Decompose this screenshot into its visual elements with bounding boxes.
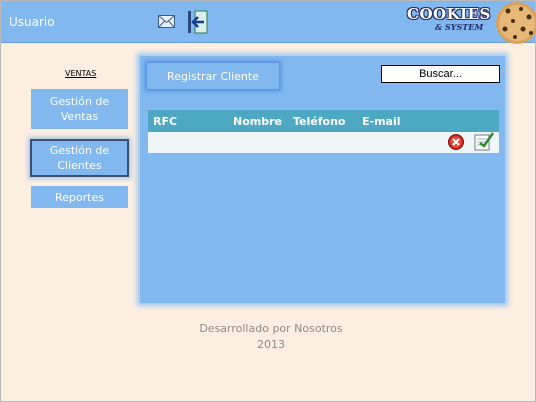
logout-icon[interactable]: [187, 10, 209, 34]
nav-gestion-ventas-button[interactable]: Gestión de Ventas: [31, 89, 128, 129]
main-panel: [140, 56, 505, 303]
footer-credit: Desarrollado por Nosotros: [199, 322, 343, 335]
column-header-email: E-mail: [362, 115, 401, 128]
nav-gestion-clientes-button[interactable]: Gestión de Clientes: [30, 139, 129, 177]
table-header: RFC Nombre Teléfono E-mail: [148, 110, 499, 132]
column-header-telefono: Teléfono: [293, 115, 346, 128]
column-header-rfc: RFC: [153, 115, 178, 128]
nav-reportes-button[interactable]: Reportes: [31, 186, 128, 208]
edit-icon[interactable]: [474, 132, 494, 151]
delete-icon[interactable]: [448, 134, 464, 150]
footer: Desarrollado por Nosotros 2013: [171, 321, 371, 353]
register-client-button[interactable]: Registrar Cliente: [147, 63, 279, 89]
nav-gestion-ventas-label: Gestión de Ventas: [49, 95, 110, 123]
search-input[interactable]: [381, 65, 500, 83]
cookie-icon: [496, 2, 536, 44]
logo-word: COOKIES: [407, 5, 491, 23]
footer-year: 2013: [257, 338, 285, 351]
column-header-nombre: Nombre: [233, 115, 282, 128]
brand-logo: COOKIES & SYSTEM: [401, 2, 536, 44]
nav-gestion-clientes-label: Gestión de Clientes: [49, 144, 110, 172]
user-label[interactable]: Usuario: [9, 15, 55, 29]
nav-reportes-label: Reportes: [55, 190, 104, 204]
nav-section-title: VENTAS: [65, 69, 97, 78]
logo-subtitle: & SYSTEM: [435, 22, 484, 32]
mail-icon[interactable]: [158, 15, 175, 28]
table-row[interactable]: [148, 132, 499, 153]
header-bar: Usuario COOKIES & SYSTEM: [1, 1, 536, 44]
